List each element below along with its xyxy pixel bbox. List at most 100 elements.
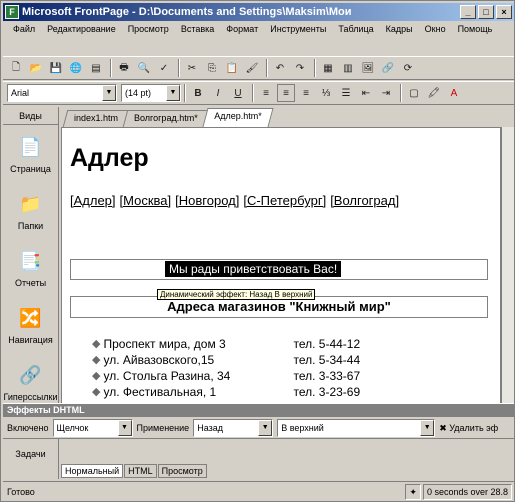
tab-normal[interactable]: Нормальный [61, 464, 124, 478]
menu-frames[interactable]: Кадры [380, 22, 419, 37]
bold-button[interactable]: B [189, 84, 207, 102]
tab-preview[interactable]: Просмотр [157, 464, 207, 478]
folder-list-icon[interactable]: ▤ [87, 59, 105, 77]
toolbar-separator [184, 84, 186, 102]
copy-icon[interactable]: ⎘ [203, 59, 221, 77]
bullets-icon[interactable]: ☰ [337, 84, 355, 102]
menu-edit[interactable]: Редактирование [41, 22, 122, 37]
view-page[interactable]: 📄 Страница [3, 125, 58, 182]
list-item: ◆ ул. Стольга Разина, 34 тел. 3-33-67 [92, 369, 360, 383]
list-item: ◆ ул. Фестивальная, 1 тел. 3-23-69 [92, 385, 360, 399]
vertical-scrollbar[interactable] [501, 127, 514, 411]
dhtml-direction-select[interactable]: В верхний ▼ [277, 419, 436, 437]
store-phone: тел. 3-33-67 [293, 369, 361, 383]
link-moscow[interactable]: [Москва] [120, 193, 172, 208]
font-color-icon[interactable]: A [445, 84, 463, 102]
store-phone: тел. 5-34-44 [293, 353, 361, 367]
print-icon[interactable]: 🖶 [115, 59, 133, 77]
hyperlinks-view-icon: 🔗 [19, 364, 42, 385]
insert-picture-icon[interactable]: 🖼 [359, 59, 377, 77]
new-page-icon[interactable]: 🗋 [7, 59, 25, 77]
dhtml-event-select[interactable]: Щелчок ▼ [52, 419, 133, 437]
highlight-icon[interactable]: 🖍 [425, 84, 443, 102]
maximize-button[interactable]: □ [478, 5, 494, 19]
view-navigation-label: Навигация [8, 335, 53, 345]
tab-adler[interactable]: Адлер.htm* [202, 108, 273, 127]
tab-index1[interactable]: index1.htm [62, 110, 130, 127]
chevron-down-icon[interactable]: ▼ [166, 85, 180, 101]
format-painter-icon[interactable]: 🖌 [243, 59, 261, 77]
font-combo[interactable]: Arial ▼ [7, 84, 117, 102]
chevron-down-icon[interactable]: ▼ [258, 420, 273, 436]
minimize-button[interactable]: _ [460, 5, 476, 19]
publish-icon[interactable]: 🌐 [67, 59, 85, 77]
link-adler[interactable]: [Адлер] [70, 193, 116, 208]
undo-icon[interactable]: ↶ [271, 59, 289, 77]
paste-icon[interactable]: 📋 [223, 59, 241, 77]
open-icon[interactable]: 📂 [27, 59, 45, 77]
link-spb[interactable]: [С-Петербург] [243, 193, 326, 208]
tab-html[interactable]: HTML [124, 464, 157, 478]
align-right-icon[interactable]: ≡ [297, 84, 315, 102]
refresh-icon[interactable]: ⟳ [399, 59, 417, 77]
welcome-text[interactable]: Мы рады приветствовать Вас! [165, 261, 342, 277]
frontpage-window: F Microsoft FrontPage - D:\Documents and… [0, 0, 515, 502]
menu-help[interactable]: Помощь [452, 22, 499, 37]
menu-file[interactable]: Файл [7, 22, 41, 37]
numbering-icon[interactable]: ⅓ [317, 84, 335, 102]
font-name: Arial [11, 88, 30, 98]
save-icon[interactable]: 💾 [47, 59, 65, 77]
views-bar-title: Виды [3, 107, 58, 125]
align-center-icon[interactable]: ≡ [277, 84, 295, 102]
borders-icon[interactable]: ▢ [405, 84, 423, 102]
increase-indent-icon[interactable]: ⇥ [377, 84, 395, 102]
title-bar[interactable]: F Microsoft FrontPage - D:\Documents and… [3, 3, 514, 21]
view-folders[interactable]: 📁 Папки [3, 182, 58, 239]
insert-table-icon[interactable]: ▥ [339, 59, 357, 77]
menu-window[interactable]: Окно [419, 22, 452, 37]
diamond-bullet-icon: ◆ [92, 370, 101, 382]
chevron-down-icon[interactable]: ▼ [420, 420, 435, 436]
page-view-icon: 📄 [19, 136, 42, 157]
menu-table[interactable]: Таблица [332, 22, 379, 37]
decrease-indent-icon[interactable]: ⇤ [357, 84, 375, 102]
toolbar-separator [110, 59, 112, 77]
menu-insert[interactable]: Вставка [175, 22, 220, 37]
connection-icon: ✦ [405, 483, 421, 500]
tab-volgograd[interactable]: Волгоград.htm* [122, 110, 210, 127]
underline-button[interactable]: U [229, 84, 247, 102]
toolbar-separator [314, 59, 316, 77]
chevron-down-icon[interactable]: ▼ [102, 85, 116, 101]
menu-view[interactable]: Просмотр [122, 22, 175, 37]
status-text: Готово [7, 486, 35, 497]
redo-icon[interactable]: ↷ [291, 59, 309, 77]
preview-icon[interactable]: 🔍 [135, 59, 153, 77]
view-reports[interactable]: 📑 Отчеты [3, 239, 58, 296]
chevron-down-icon[interactable]: ▼ [117, 420, 132, 436]
align-left-icon[interactable]: ≡ [257, 84, 275, 102]
standard-toolbar: 🗋 📂 💾 🌐 ▤ 🖶 🔍 ✓ ✂ ⎘ 📋 🖌 ↶ ↷ ▦ ▥ 🖼 🔗 ⟳ [3, 56, 514, 80]
font-size-combo[interactable]: (14 pt) ▼ [121, 84, 181, 102]
menu-tools[interactable]: Инструменты [264, 22, 332, 37]
remove-effect-button[interactable]: ✖ Удалить эф [439, 423, 498, 434]
view-hyperlinks[interactable]: 🔗 Гиперссылки [3, 353, 58, 410]
store-address: ул. Стольга Разина, 34 [103, 369, 231, 383]
italic-button[interactable]: I [209, 84, 227, 102]
diamond-bullet-icon: ◆ [92, 386, 101, 398]
dhtml-event-value: Щелчок [56, 423, 89, 433]
navigation-view-icon: 🔀 [19, 307, 42, 328]
view-navigation[interactable]: 🔀 Навигация [3, 296, 58, 353]
link-novgorod[interactable]: [Новгород] [175, 193, 239, 208]
close-button[interactable]: × [496, 5, 512, 19]
dhtml-toolbar-title[interactable]: Эффекты DHTML [3, 404, 514, 417]
link-volgograd[interactable]: [Волгоград] [330, 193, 399, 208]
spelling-icon[interactable]: ✓ [155, 59, 173, 77]
web-component-icon[interactable]: ▦ [319, 59, 337, 77]
nav-links: [Адлер] [Москва] [Новгород] [С-Петербург… [70, 193, 399, 208]
frontpage-app-icon[interactable]: F [5, 5, 19, 19]
page-editor[interactable]: Адлер [Адлер] [Москва] [Новгород] [С-Пет… [61, 127, 501, 411]
menu-format[interactable]: Формат [220, 22, 264, 37]
dhtml-effect-select[interactable]: Назад ▼ [193, 419, 274, 437]
hyperlink-icon[interactable]: 🔗 [379, 59, 397, 77]
cut-icon[interactable]: ✂ [183, 59, 201, 77]
